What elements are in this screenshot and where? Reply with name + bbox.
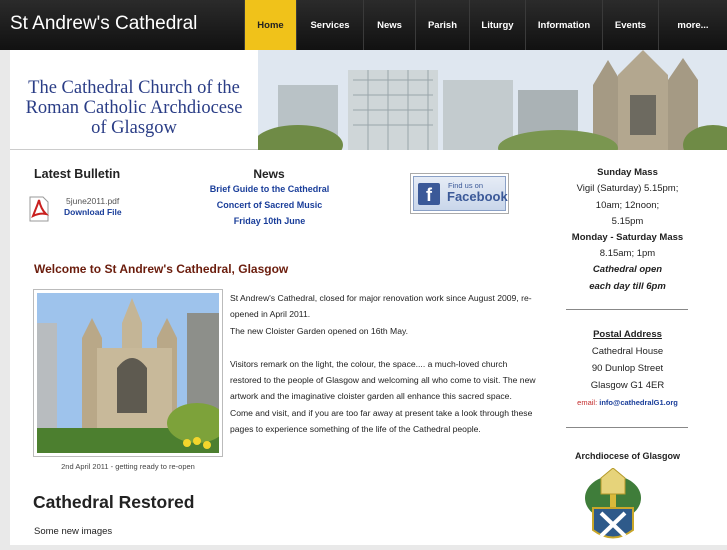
facebook-brand-text: Facebook <box>447 189 508 204</box>
news-link-concert[interactable]: Concert of Sacred Music <box>190 200 349 210</box>
cathedral-photo[interactable] <box>33 289 223 457</box>
address-line-2: 90 Dunlop Street <box>591 363 664 374</box>
weekday-mass-times: 8.15am; 1pm <box>599 248 656 259</box>
photo-caption: 2nd April 2011 - getting ready to re-ope… <box>61 462 195 471</box>
download-file-link[interactable]: Download File <box>64 207 122 217</box>
facebook-badge[interactable]: f Find us on Facebook <box>410 173 509 214</box>
main-nav: Home Services News Parish Liturgy Inform… <box>244 0 727 50</box>
postal-address-heading: Postal Address <box>593 329 662 340</box>
email-line: email: info@cathedralG1.org <box>555 398 700 407</box>
weekday-mass-heading: Monday - Saturday Mass <box>571 232 684 243</box>
welcome-heading: Welcome to St Andrew's Cathedral, Glasgo… <box>34 262 289 276</box>
email-label: email: <box>577 398 598 407</box>
sunday-mass-heading: Sunday Mass <box>597 167 658 178</box>
pdf-icon[interactable] <box>28 196 50 222</box>
news-link-friday[interactable]: Friday 10th June <box>190 216 349 226</box>
cathedral-photo-illustration <box>37 293 219 453</box>
sunday-mass-line-1: Vigil (Saturday) 5.15pm; <box>576 183 679 194</box>
news-link-brief-guide[interactable]: Brief Guide to the Cathedral <box>190 184 349 194</box>
cathedral-banner-image <box>258 50 727 150</box>
news-heading: News <box>253 167 285 181</box>
nav-item-liturgy[interactable]: Liturgy <box>469 0 525 50</box>
cathedral-skyline-illustration <box>258 50 727 150</box>
nav-item-information[interactable]: Information <box>525 0 602 50</box>
email-link[interactable]: info@cathedralG1.org <box>599 398 678 407</box>
nav-item-parish[interactable]: Parish <box>415 0 469 50</box>
cathedral-restored-heading: Cathedral Restored <box>33 492 195 512</box>
bulletin-file-name: 5june2011.pdf <box>66 196 120 206</box>
archdiocese-crest-image[interactable] <box>581 467 645 545</box>
banner-line-1: The Cathedral Church of the <box>28 78 240 98</box>
opening-line-1: Cathedral open <box>592 264 663 275</box>
sunday-mass-line-3: 5.15pm <box>611 216 644 227</box>
top-navigation-bar: St Andrew's Cathedral Home Services News… <box>0 0 727 50</box>
facebook-icon: f <box>418 183 440 205</box>
nav-item-home[interactable]: Home <box>244 0 296 50</box>
sidebar-divider-2 <box>566 427 688 428</box>
new-images-text: Some new images <box>34 526 113 537</box>
address-line-1: Cathedral House <box>591 346 664 357</box>
archdiocese-heading: Archdiocese of Glasgow <box>574 451 681 461</box>
sidebar-divider <box>566 309 688 310</box>
sunday-mass-line-2: 10am; 12noon; <box>595 200 660 211</box>
nav-item-events[interactable]: Events <box>602 0 658 50</box>
page-content: The Cathedral Church of the Roman Cathol… <box>10 50 727 545</box>
nav-item-services[interactable]: Services <box>296 0 363 50</box>
banner-line-3: of Glasgow <box>91 118 177 138</box>
address-line-3: Glasgow G1 4ER <box>590 380 665 391</box>
banner-line-2: Roman Catholic Archdiocese <box>25 98 243 118</box>
welcome-body-text: St Andrew's Cathedral, closed for major … <box>230 293 536 435</box>
nav-item-news[interactable]: News <box>363 0 415 50</box>
banner-heading: The Cathedral Church of the Roman Cathol… <box>10 78 258 138</box>
nav-item-more[interactable]: more... <box>658 0 727 50</box>
latest-bulletin-heading: Latest Bulletin <box>34 167 121 181</box>
site-title[interactable]: St Andrew's Cathedral <box>10 13 197 35</box>
header-banner: The Cathedral Church of the Roman Cathol… <box>10 50 727 150</box>
opening-line-2: each day till 6pm <box>589 281 666 292</box>
